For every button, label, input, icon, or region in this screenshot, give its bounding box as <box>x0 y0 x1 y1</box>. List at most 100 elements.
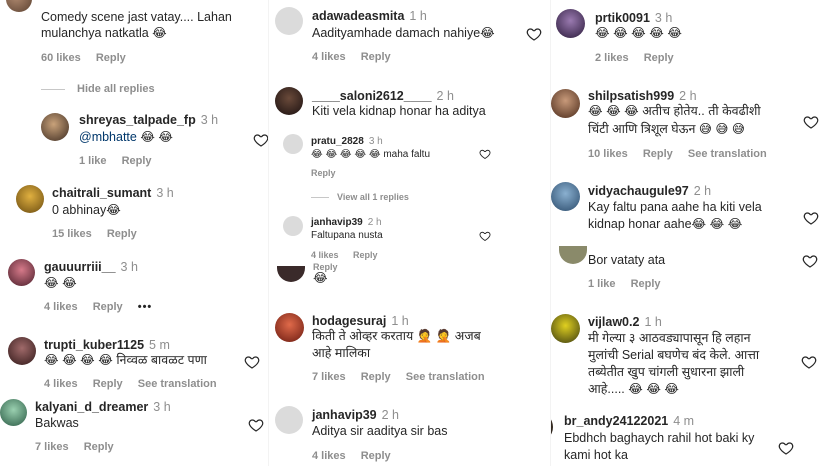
reply-button[interactable]: Reply <box>122 155 152 167</box>
avatar[interactable] <box>551 412 553 442</box>
likes-count[interactable]: 7 likes <box>312 371 346 383</box>
reply-button[interactable]: Reply <box>631 278 661 290</box>
avatar[interactable] <box>551 89 580 118</box>
comment-text: mulanchya natkatla 😂 <box>41 26 167 40</box>
avatar[interactable] <box>275 7 303 35</box>
reply-button[interactable]: Reply <box>93 378 123 390</box>
likes-count[interactable]: 4 likes <box>44 301 78 313</box>
username[interactable]: vidyachaugule97 2 h <box>588 184 711 198</box>
avatar[interactable] <box>8 337 36 365</box>
more-options-icon[interactable]: ••• <box>138 301 153 313</box>
comment-text: Kay faltu pana aahe ha kiti vela <box>588 200 762 214</box>
heart-icon[interactable] <box>778 440 794 456</box>
username[interactable]: vijlaw0.2 1 h <box>588 315 662 329</box>
comment-text: चिंटी आणि त्रिशूल घेऊन 😅 😅 😅 <box>588 122 745 136</box>
avatar[interactable] <box>277 266 305 282</box>
reply-button[interactable]: Reply <box>93 301 123 313</box>
heart-icon[interactable] <box>802 253 818 269</box>
username[interactable]: kalyani_d_dreamer 3 h <box>35 400 171 414</box>
comment-text: Faltupana nusta <box>311 230 383 241</box>
username[interactable]: br_andy24122021 4 m <box>564 414 694 428</box>
comment-text: @mbhatte 😂 😂 <box>79 130 174 144</box>
username[interactable]: trupti_kuber1125 5 m <box>44 338 170 352</box>
likes-count[interactable]: 7 likes <box>35 441 69 453</box>
comment-text: Comedy scene jast vatay.... Lahan <box>41 10 232 24</box>
heart-icon[interactable] <box>248 417 264 433</box>
hide-replies-button[interactable]: Hide all replies <box>41 83 167 95</box>
comment-meta: 4 likes Reply ••• <box>44 301 164 313</box>
avatar[interactable] <box>16 185 44 213</box>
likes-count[interactable]: 1 like <box>588 278 616 290</box>
heart-icon[interactable] <box>479 230 491 242</box>
avatar[interactable] <box>8 259 35 286</box>
comment-meta: Reply <box>311 168 348 178</box>
avatar[interactable] <box>283 134 303 154</box>
avatar[interactable] <box>551 314 580 343</box>
reply-button[interactable]: Reply <box>96 52 126 64</box>
reply-button[interactable]: Reply <box>361 450 391 462</box>
comment-saloni: ____saloni2612____ 2 h Kiti vela kidnap h… <box>269 86 550 126</box>
heart-icon[interactable] <box>803 210 819 226</box>
heart-icon[interactable] <box>803 114 819 130</box>
username[interactable]: prtik0091 3 h <box>595 11 672 25</box>
avatar[interactable] <box>275 406 303 434</box>
comment-janhavip39-reply: janhavip39 2 h Faltupana nusta 4 likes Re… <box>269 214 550 262</box>
likes-count[interactable]: 4 likes <box>311 250 339 260</box>
avatar[interactable] <box>41 113 69 141</box>
comment-text: आहे मालिका <box>312 346 371 360</box>
reply-button[interactable]: Reply <box>353 250 378 260</box>
username[interactable]: shreyas_talpade_fp 3 h <box>79 113 218 127</box>
avatar[interactable] <box>559 246 587 264</box>
username[interactable]: chaitrali_sumant 3 h <box>52 186 174 200</box>
username[interactable]: hodagesuraj 1 h <box>312 314 409 328</box>
likes-count[interactable]: 60 likes <box>41 52 81 64</box>
comment-text: आहे..... 😂 😂 😂 <box>588 382 680 396</box>
heart-icon[interactable] <box>801 354 817 370</box>
avatar[interactable] <box>6 0 32 12</box>
avatar[interactable] <box>275 313 304 342</box>
avatar[interactable] <box>275 87 303 115</box>
reply-button[interactable]: Reply <box>643 148 673 160</box>
comment-gauuurriii: gauuurriii__ 3 h 😂 😂 4 likes Reply ••• <box>0 257 268 319</box>
username[interactable]: shilpsatish999 2 h <box>588 89 697 103</box>
likes-count[interactable]: 2 likes <box>595 52 629 64</box>
username[interactable]: pratu_2828 3 h <box>311 136 383 147</box>
comment-text: तब्येतीत खुप चांगली सुधारना झाली <box>588 365 745 379</box>
likes-count[interactable]: 4 likes <box>44 378 78 390</box>
see-translation-button[interactable]: See translation <box>688 148 767 160</box>
avatar[interactable] <box>0 399 27 426</box>
comment-column-3: prtik0091 3 h 😂 😂 😂 😂 😂 2 likes Reply shi… <box>550 0 830 466</box>
heart-icon[interactable] <box>526 26 542 42</box>
likes-count[interactable]: 10 likes <box>588 148 628 160</box>
username[interactable]: gauuurriii__ 3 h <box>44 260 138 274</box>
avatar[interactable] <box>283 216 303 236</box>
comment-text: 😂 😂 😂 😂 😂 <box>595 26 682 40</box>
likes-count[interactable]: 15 likes <box>52 228 92 240</box>
reply-button[interactable]: Reply <box>107 228 137 240</box>
comment-meta: 4 likes Reply <box>311 250 390 260</box>
heart-icon[interactable] <box>479 148 491 160</box>
likes-count[interactable]: 4 likes <box>312 450 346 462</box>
username[interactable]: adawadeasmita 1 h <box>312 9 427 23</box>
comment-text: 😂 😂 <box>44 276 77 290</box>
avatar[interactable] <box>556 9 585 38</box>
reply-button[interactable]: Reply <box>644 52 674 64</box>
comment-mbhatte: Comedy scene jast vatay.... Lahan mulanc… <box>0 0 268 70</box>
comment-janhavip39: janhavip39 2 h Aditya sir aaditya sir bas… <box>269 405 550 466</box>
username[interactable]: janhavip39 2 h <box>312 408 399 422</box>
username[interactable]: janhavip39 2 h <box>311 217 382 228</box>
heart-icon[interactable] <box>244 354 260 370</box>
likes-count[interactable]: 4 likes <box>312 51 346 63</box>
reply-button[interactable]: Reply <box>84 441 114 453</box>
avatar[interactable] <box>551 182 580 211</box>
view-replies-button[interactable]: View all 1 replies <box>311 192 421 202</box>
see-translation-button[interactable]: See translation <box>138 378 217 390</box>
see-translation-button[interactable]: See translation <box>406 371 485 383</box>
username[interactable]: ____saloni2612____ 2 h <box>312 89 454 103</box>
heart-icon[interactable] <box>253 132 268 148</box>
likes-count[interactable]: 1 like <box>79 155 107 167</box>
reply-button[interactable]: Reply <box>361 371 391 383</box>
mention-link[interactable]: @mbhatte <box>79 130 137 144</box>
reply-button[interactable]: Reply <box>361 51 391 63</box>
reply-button[interactable]: Reply <box>311 168 336 178</box>
